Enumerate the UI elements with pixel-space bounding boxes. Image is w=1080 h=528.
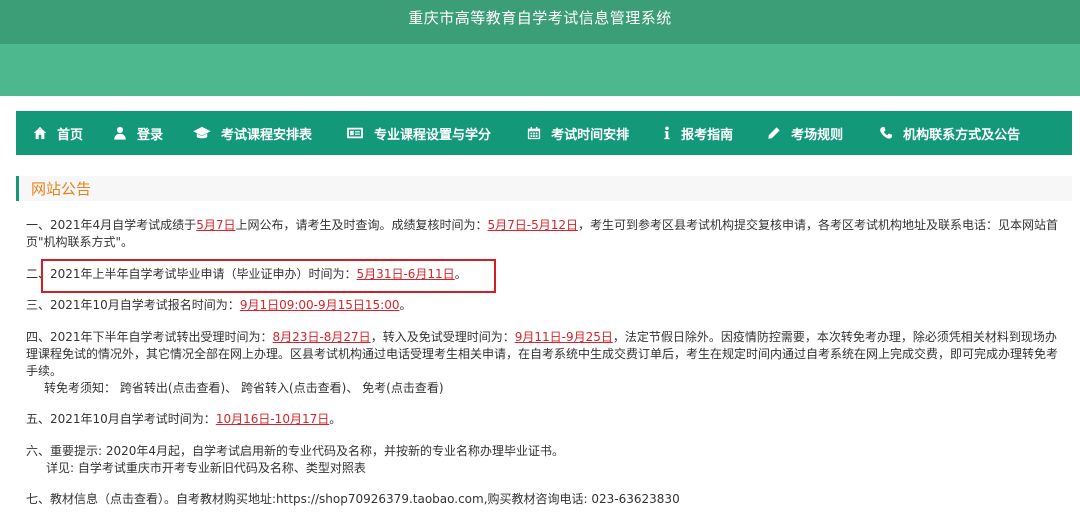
notice-4-text-b: ，转入及免试受理时间为： [370, 330, 515, 344]
header-banner [0, 44, 1080, 96]
nav-major-courses[interactable]: 专业课程设置与学分 [346, 111, 491, 155]
main-navbar: 首页 登录 考试课程安排表 专业课程设置与学分 考试时间安排 报考指南 考场规则… [16, 111, 1072, 155]
notice-5: 五、2021年10月自学考试时间为：10月16日-10月17日。 [26, 411, 1066, 428]
nav-guide[interactable]: 报考指南 [663, 111, 733, 155]
nav-login[interactable]: 登录 [113, 111, 163, 155]
notice-4-transfer-notes[interactable]: 转免考须知： 跨省转出(点击查看)、 跨省转入(点击查看)、 免考(点击查看) [26, 380, 1066, 397]
notice-6-text: 六、重要提示: 2020年4月起，自学考试启用新的专业代码及名称，并按新的专业名… [26, 444, 565, 458]
notice-3: 三、2021年10月自学考试报名时间为：9月1日09:00-9月15日15:00… [26, 297, 1066, 314]
notice-1-date-link[interactable]: 5月7日 [196, 218, 235, 232]
nav-exam-rules[interactable]: 考场规则 [767, 111, 843, 155]
notice-4-transfer-in-link[interactable]: 9月11日-9月25日 [515, 330, 613, 344]
nav-contact-label: 机构联系方式及公告 [903, 127, 1021, 143]
nav-exam-time[interactable]: 考试时间安排 [527, 111, 629, 155]
nav-exam-schedule[interactable]: 考试课程安排表 [193, 111, 312, 155]
notice-6-detail-link[interactable]: 详见: 自学考试重庆市开考专业新旧代码及名称、类型对照表 [26, 460, 1066, 477]
nav-home-label: 首页 [57, 127, 84, 143]
phone-icon [879, 126, 893, 140]
notice-7-text[interactable]: 七、教材信息（点击查看）。自考教材购买地址:https://shop709263… [26, 492, 680, 506]
user-icon [113, 126, 127, 140]
nav-major-courses-label: 专业课程设置与学分 [374, 127, 492, 143]
notice-3-date-link[interactable]: 9月1日09:00-9月15日15:00 [240, 298, 400, 312]
notice-4-text-a: 四、2021年下半年自学考试转出受理时间为： [26, 330, 273, 344]
site-title: 重庆市高等教育自学考试信息管理系统 [408, 9, 672, 27]
notice-5-date-link[interactable]: 10月16日-10月17日 [216, 412, 329, 426]
notice-1-text-a: 一、2021年4月自学考试成绩于 [26, 218, 197, 232]
notice-4-transfer-out-link[interactable]: 8月23日-8月27日 [273, 330, 371, 344]
graduation-cap-icon [193, 126, 211, 140]
notice-5-text-b: 。 [329, 412, 342, 426]
section-title: 网站公告 [31, 180, 92, 198]
home-icon [33, 126, 47, 140]
notice-1-text-b: 上网公布，请考生及时查询。成绩复核时间为： [235, 218, 488, 232]
top-header-bar: 重庆市高等教育自学考试信息管理系统 [0, 0, 1080, 44]
pencil-icon [767, 126, 781, 140]
notice-3-text-b: 。 [399, 298, 412, 312]
notice-1: 一、2021年4月自学考试成绩于5月7日上网公布，请考生及时查询。成绩复核时间为… [26, 217, 1066, 251]
nav-exam-time-label: 考试时间安排 [551, 127, 630, 143]
nav-login-label: 登录 [137, 127, 164, 143]
highlight-box [41, 259, 496, 293]
notice-section-header: 网站公告 [16, 176, 1072, 201]
info-icon [663, 126, 671, 140]
nav-exam-schedule-label: 考试课程安排表 [221, 127, 313, 143]
notice-1-review-link[interactable]: 5月7日-5月12日 [487, 218, 578, 232]
nav-home[interactable]: 首页 [33, 111, 83, 155]
nav-exam-rules-label: 考场规则 [791, 127, 844, 143]
notice-6: 六、重要提示: 2020年4月起，自学考试启用新的专业代码及名称，并按新的专业名… [26, 443, 1066, 477]
notice-4: 四、2021年下半年自学考试转出受理时间为：8月23日-8月27日，转入及免试受… [26, 329, 1066, 397]
notice-3-text-a: 三、2021年10月自学考试报名时间为： [26, 298, 240, 312]
notice-5-text-a: 五、2021年10月自学考试时间为： [26, 412, 216, 426]
notice-7: 七、教材信息（点击查看）。自考教材购买地址:https://shop709263… [26, 491, 1066, 508]
calendar-icon [527, 126, 541, 140]
nav-guide-label: 报考指南 [681, 127, 734, 143]
nav-contact[interactable]: 机构联系方式及公告 [879, 111, 1020, 155]
id-card-icon [346, 126, 364, 140]
